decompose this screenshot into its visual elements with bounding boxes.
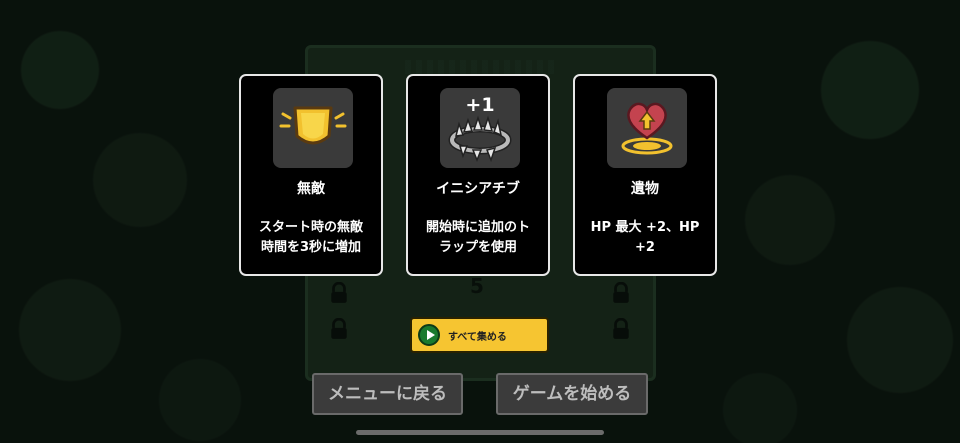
card-description-line: 開始時に追加のト — [425, 220, 530, 235]
card-description: HP 最大 +2、HP +2 — [583, 218, 707, 258]
card-description-line: スタート時の無敵 — [258, 220, 363, 235]
card-description-line: 時間を3秒に増加 — [260, 240, 362, 255]
back-to-menu-button[interactable]: メニューに戻る — [312, 373, 463, 415]
card-description: 開始時に追加のト ラップを使用 — [416, 218, 540, 258]
card-title: イニシアチブ — [436, 181, 520, 197]
start-game-button[interactable]: ゲームを始める — [496, 373, 648, 415]
upgrade-card-relic[interactable]: 遺物 HP 最大 +2、HP +2 — [573, 74, 717, 276]
card-title: 無敵 — [297, 181, 325, 197]
card-description-line: HP 最大 +2、HP — [590, 220, 700, 235]
trap-count-badge: +1 — [465, 94, 495, 116]
shield-icon — [273, 88, 353, 168]
bear-trap-icon: +1 — [440, 88, 520, 168]
heart-upgrade-icon — [607, 88, 687, 168]
collect-all-button[interactable]: すべて集める — [410, 317, 549, 353]
upgrade-card-initiative[interactable]: +1 イニシアチブ 開始時に追加のト ラップを使用 — [406, 74, 550, 276]
game-screen: 5 無敵 スタート時の無敵 時間を3秒に増加 +1 イニシアチブ 開始時に追加の… — [0, 0, 960, 443]
home-indicator[interactable] — [356, 430, 604, 435]
collect-all-label: すべて集める — [448, 332, 507, 343]
upgrade-card-invincible[interactable]: 無敵 スタート時の無敵 時間を3秒に増加 — [239, 74, 383, 276]
card-title: 遺物 — [631, 181, 659, 197]
card-description-line: +2 — [635, 240, 655, 255]
play-icon — [418, 324, 440, 346]
card-description-line: ラップを使用 — [438, 240, 517, 255]
card-description: スタート時の無敵 時間を3秒に増加 — [249, 218, 373, 258]
